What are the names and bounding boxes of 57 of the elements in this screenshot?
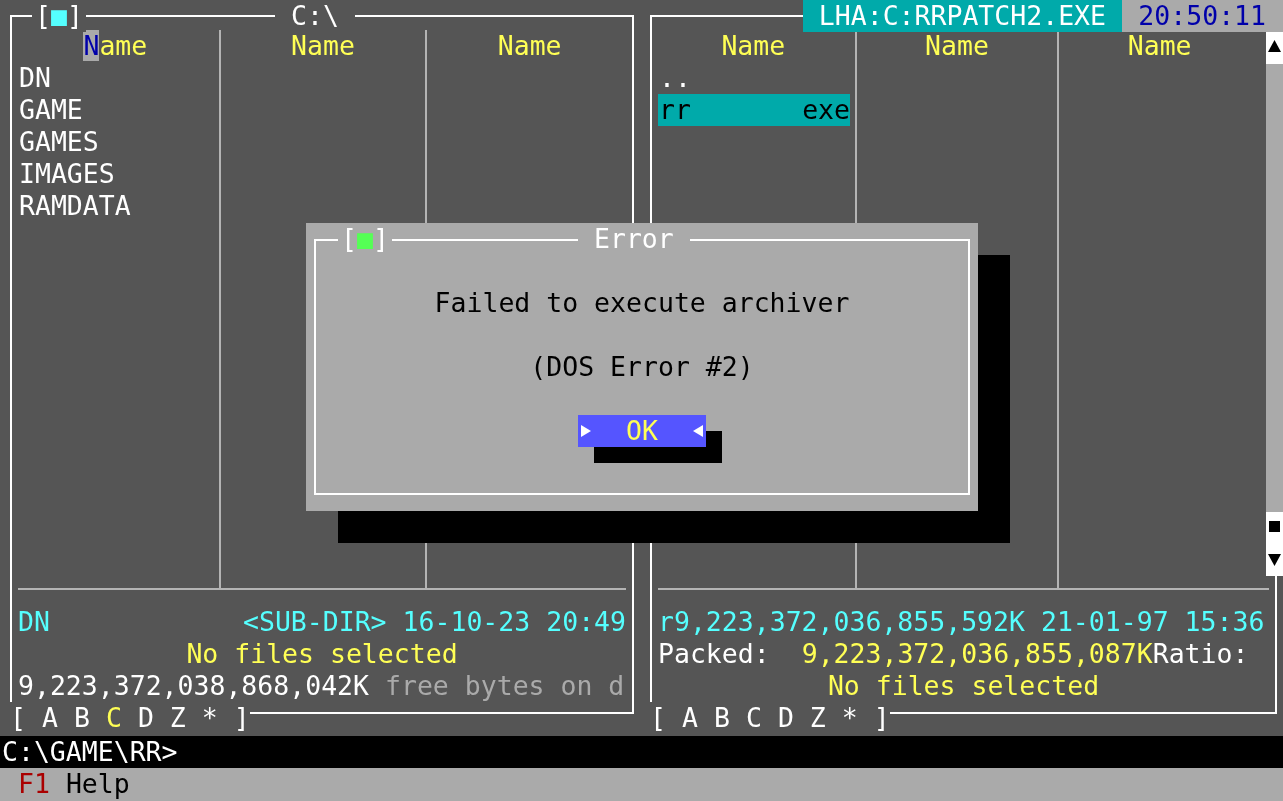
packed-size: 9,223,372,036,855,087K — [801, 638, 1153, 670]
column-header[interactable]: Name — [427, 30, 632, 62]
archive-title: LHA:C:RRPATCH2.EXE — [802, 0, 1122, 32]
column-header[interactable]: Name — [220, 30, 426, 62]
drive-button[interactable]: B — [713, 702, 730, 734]
drive-button[interactable]: A — [681, 702, 698, 734]
file-size: <SUB-DIR> — [243, 606, 387, 638]
clock: 20:50:11 — [1122, 0, 1283, 32]
selection-status: No files selected — [827, 670, 1100, 702]
ok-button[interactable]: OK — [578, 415, 706, 447]
file-extension: exe — [802, 94, 850, 126]
file-row[interactable]: GAME — [18, 94, 210, 126]
file-date: 16-10-23 — [402, 606, 531, 638]
status-button[interactable]: F1 Help — [18, 768, 130, 801]
drive-button[interactable]: B — [73, 702, 90, 734]
drive-button[interactable]: * — [841, 702, 858, 734]
scrollbar[interactable] — [1266, 32, 1283, 576]
file-row[interactable]: rr exe — [658, 94, 850, 126]
drive-button[interactable]: Z — [809, 702, 826, 734]
file-row[interactable]: GAMES — [18, 126, 210, 158]
drive-bar-bracket: [ — [10, 702, 26, 734]
drive-button[interactable]: C — [745, 702, 762, 734]
drive-button[interactable]: A — [41, 702, 58, 734]
file-name: rr — [659, 94, 691, 126]
ratio-label: Ratio: — [1152, 638, 1249, 670]
scroll-up-icon[interactable] — [1266, 32, 1283, 64]
file-size: r9,223,372,036,855,592K — [658, 606, 1025, 638]
free-space: 9,223,372,038,868,042K — [18, 670, 369, 702]
drive-bar-bracket: [ — [650, 702, 666, 734]
column-header[interactable]: Name — [12, 30, 219, 62]
column-header[interactable]: Name — [652, 30, 855, 62]
file-date: 21-01-97 — [1040, 606, 1169, 638]
drive-bar-bracket: ] — [873, 702, 890, 734]
file-row[interactable]: DN — [18, 62, 210, 94]
drive-bar-bracket: ] — [233, 702, 250, 734]
error-message: Failed to execute archiver — [434, 287, 850, 319]
drive-button[interactable]: C — [105, 702, 122, 734]
error-detail: (DOS Error #2) — [530, 351, 754, 383]
drive-button[interactable]: D — [137, 702, 154, 734]
drive-button[interactable]: D — [777, 702, 794, 734]
file-row[interactable]: RAMDATA — [18, 190, 210, 222]
column-header[interactable]: Name — [856, 30, 1058, 62]
packed-label: Packed: — [658, 638, 770, 670]
pointer-left-icon — [692, 424, 704, 438]
file-row[interactable]: .. — [658, 62, 850, 94]
file-time: 15:36 — [1184, 606, 1265, 638]
column-header[interactable]: Name — [1059, 30, 1260, 62]
drive-button[interactable]: Z — [169, 702, 186, 734]
file-time: 20:49 — [546, 606, 626, 638]
selection-status: No files selected — [186, 638, 458, 670]
file-name: DN — [18, 606, 50, 638]
drive-button[interactable]: * — [201, 702, 218, 734]
scroll-down-icon[interactable] — [1266, 544, 1283, 576]
file-row[interactable]: IMAGES — [18, 158, 210, 190]
pointer-right-icon — [580, 424, 592, 438]
scroll-thumb-icon[interactable] — [1266, 512, 1283, 544]
free-space-label: free bytes on d — [385, 670, 625, 702]
